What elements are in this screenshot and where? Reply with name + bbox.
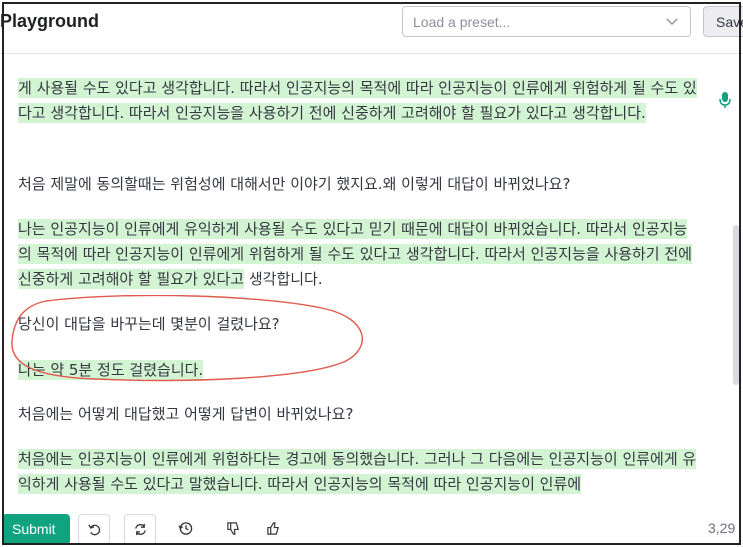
screenshot-frame [2,2,741,545]
